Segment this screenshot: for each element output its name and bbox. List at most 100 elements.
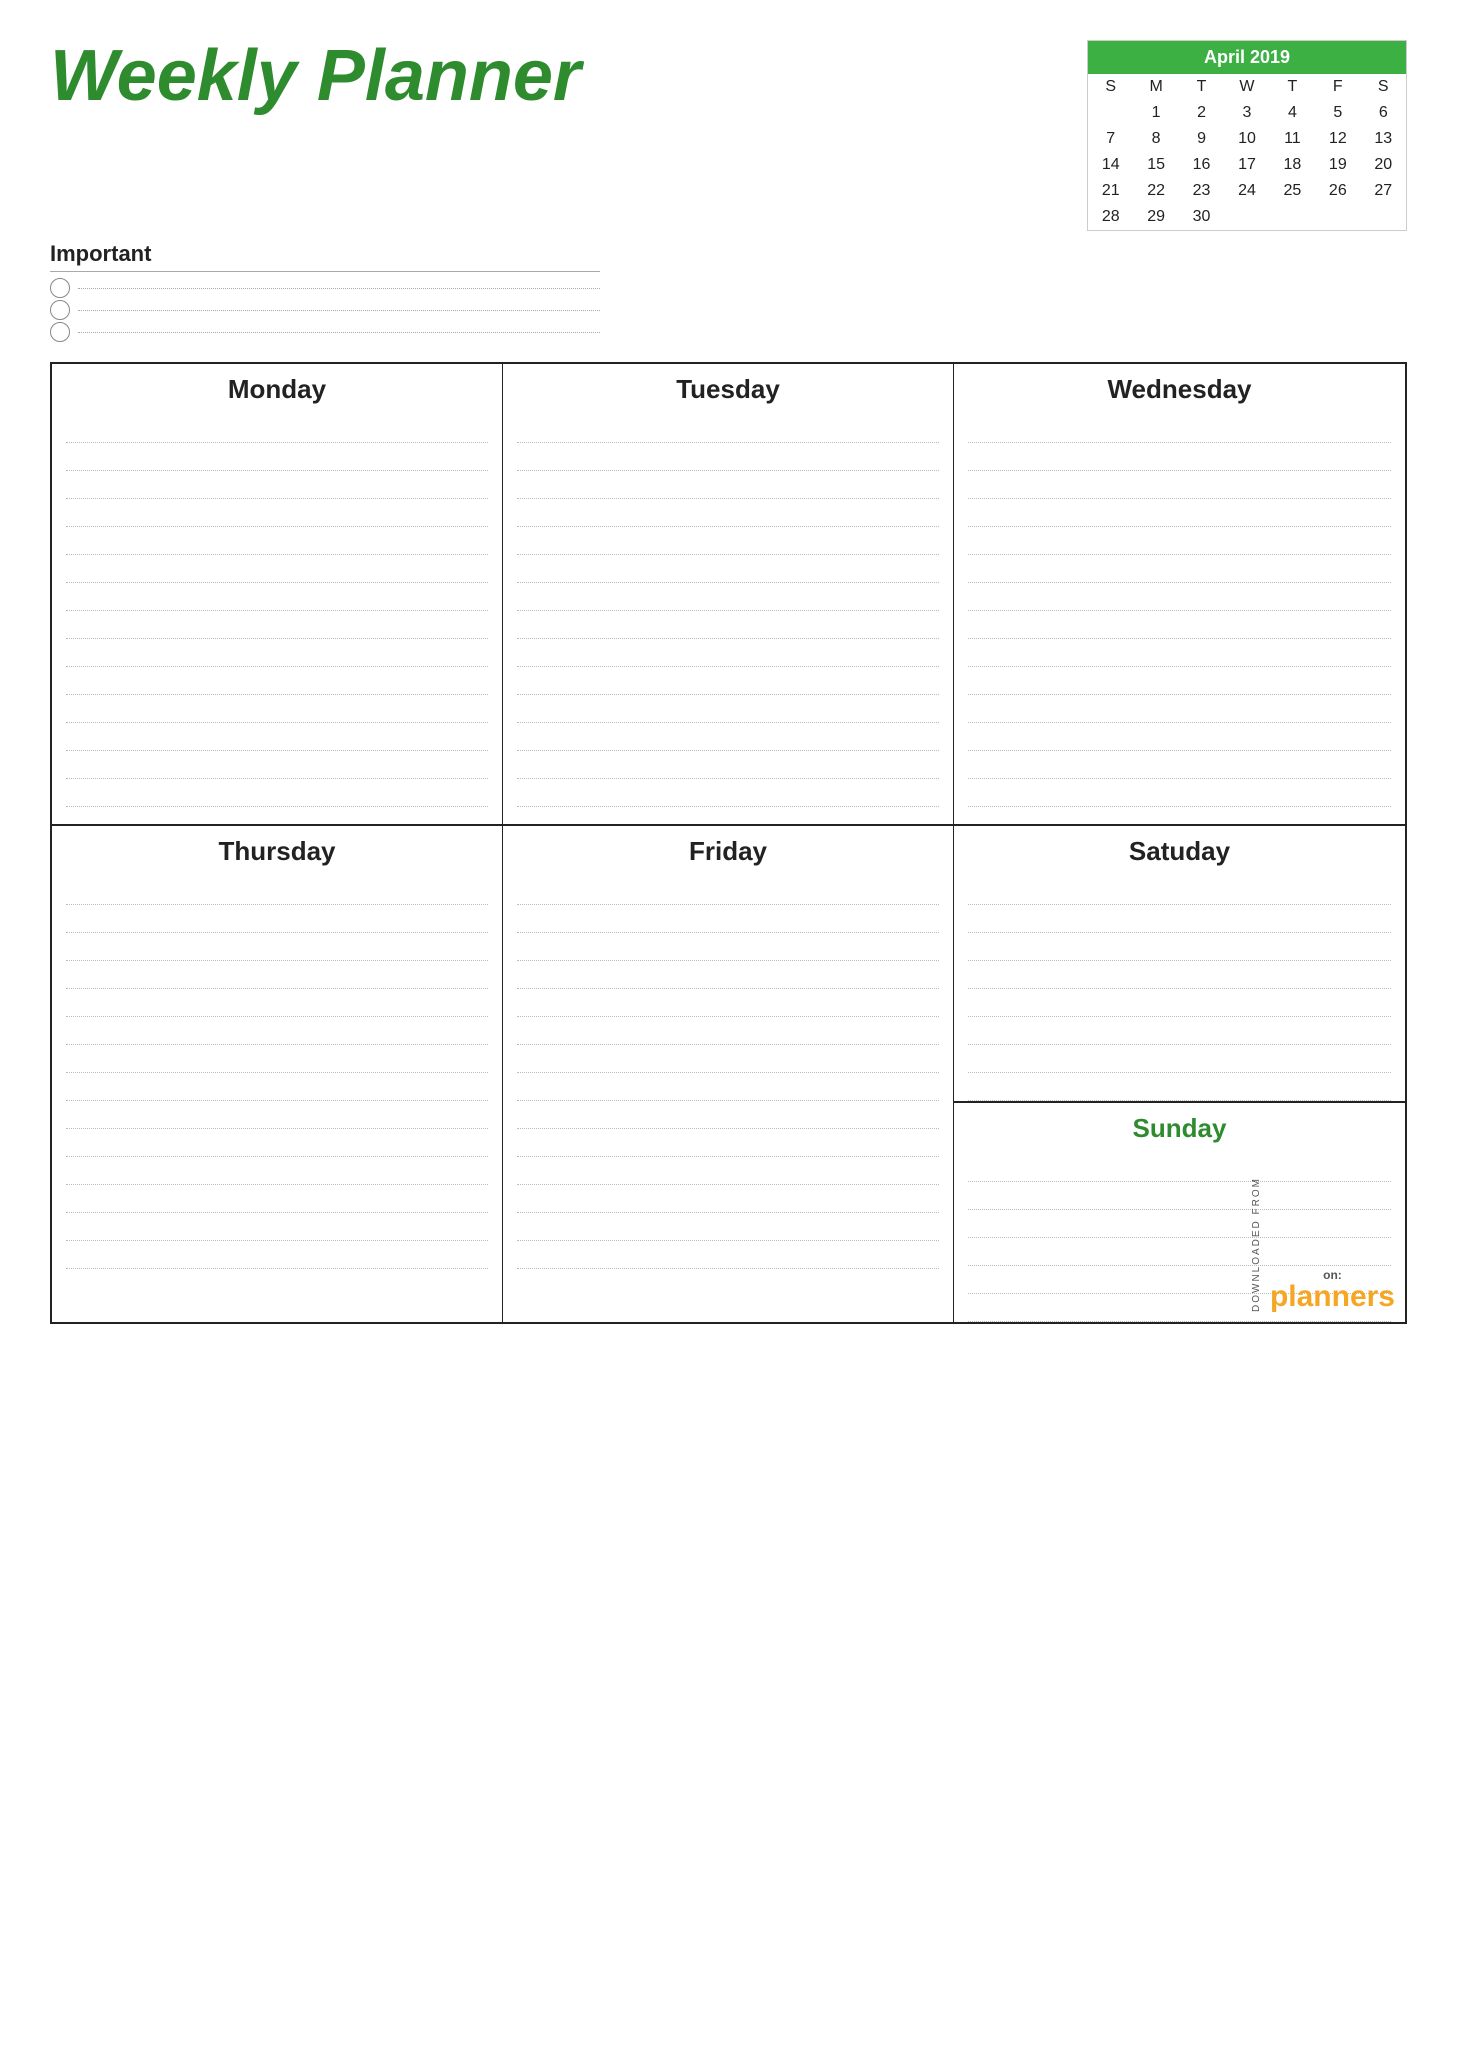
line-row: [66, 555, 488, 583]
line-row: [517, 667, 939, 695]
line-row: [517, 1017, 939, 1045]
line-row: [517, 1073, 939, 1101]
line-row: [517, 695, 939, 723]
day-cell-friday: Friday: [503, 826, 954, 1322]
line-row: [517, 989, 939, 1017]
day-cell-wednesday: Wednesday: [954, 364, 1405, 824]
line-row: [517, 1213, 939, 1241]
line-row: [968, 905, 1391, 933]
important-line-1: [78, 279, 600, 289]
line-row: [968, 1017, 1391, 1045]
line-row: [968, 961, 1391, 989]
line-row: [66, 583, 488, 611]
line-row: [66, 779, 488, 807]
friday-lines: [517, 877, 939, 1269]
tuesday-lines: [517, 415, 939, 807]
weekly-grid-top: Monday Tuesday Wednesday: [50, 362, 1407, 824]
monday-lines: [66, 415, 488, 807]
line-row: [517, 1129, 939, 1157]
line-row: [517, 933, 939, 961]
line-row: [66, 1157, 488, 1185]
checkbox-circle-3[interactable]: [50, 322, 70, 342]
line-row: [66, 961, 488, 989]
line-row: [517, 471, 939, 499]
line-row: [517, 415, 939, 443]
important-item-1: [50, 278, 600, 298]
mini-calendar: April 2019 SMTWTFS 123456789101112131415…: [1087, 40, 1407, 231]
line-row: [517, 639, 939, 667]
day-cell-thursday: Thursday: [52, 826, 503, 1322]
line-row: [517, 499, 939, 527]
line-row: [517, 723, 939, 751]
page-title: Weekly Planner: [50, 40, 581, 112]
line-row: [66, 1073, 488, 1101]
important-item-3: [50, 322, 600, 342]
line-row: [968, 723, 1391, 751]
checkbox-circle-2[interactable]: [50, 300, 70, 320]
line-row: [66, 1101, 488, 1129]
line-row: [968, 667, 1391, 695]
planners-logo: on: planners: [1270, 1268, 1395, 1312]
calendar-grid: SMTWTFS 12345678910111213141516171819202…: [1088, 74, 1406, 230]
line-row: [968, 933, 1391, 961]
line-row: [66, 695, 488, 723]
line-row: [517, 1045, 939, 1073]
planners-text: planners: [1270, 1282, 1395, 1312]
line-row: [968, 695, 1391, 723]
important-line-2: [78, 301, 600, 311]
saturday-lines: [968, 877, 1391, 1101]
line-row: [66, 877, 488, 905]
branding-block: DOWNLOADED FROM on: planners: [1251, 1177, 1395, 1312]
line-row: [968, 583, 1391, 611]
day-label-wednesday: Wednesday: [968, 374, 1391, 405]
checkbox-circle-1[interactable]: [50, 278, 70, 298]
line-row: [968, 779, 1391, 807]
saturday-part: Satuday: [954, 826, 1405, 1103]
wednesday-lines: [968, 415, 1391, 807]
line-row: [517, 555, 939, 583]
line-row: [66, 1045, 488, 1073]
line-row: [517, 877, 939, 905]
line-row: [968, 443, 1391, 471]
line-row: [517, 443, 939, 471]
line-row: [66, 639, 488, 667]
important-item-2: [50, 300, 600, 320]
line-row: [968, 751, 1391, 779]
line-row: [968, 499, 1391, 527]
line-row: [66, 667, 488, 695]
day-label-monday: Monday: [66, 374, 488, 405]
line-row: [968, 471, 1391, 499]
line-row: [66, 1213, 488, 1241]
downloaded-from-text: DOWNLOADED FROM: [1251, 1177, 1262, 1312]
calendar-header: April 2019: [1088, 41, 1406, 74]
line-row: [968, 1073, 1391, 1101]
line-row: [968, 1045, 1391, 1073]
line-row: [66, 1241, 488, 1269]
line-row: [968, 877, 1391, 905]
line-row: [517, 611, 939, 639]
sunday-part: Sunday DOWNLOADED FROM on: planners: [954, 1103, 1405, 1322]
line-row: [66, 499, 488, 527]
line-row: [66, 611, 488, 639]
line-row: [517, 527, 939, 555]
line-row: [517, 1101, 939, 1129]
line-row: [66, 751, 488, 779]
line-row: [66, 989, 488, 1017]
day-cell-monday: Monday: [52, 364, 503, 824]
day-label-tuesday: Tuesday: [517, 374, 939, 405]
line-row: [968, 415, 1391, 443]
line-row: [517, 1157, 939, 1185]
day-cell-tuesday: Tuesday: [503, 364, 954, 824]
line-row: [517, 1185, 939, 1213]
line-row: [66, 933, 488, 961]
day-label-friday: Friday: [517, 836, 939, 867]
line-row: [517, 779, 939, 807]
line-row: [968, 611, 1391, 639]
thursday-lines: [66, 877, 488, 1269]
important-section: Important: [50, 241, 600, 342]
line-row: [66, 471, 488, 499]
line-row: [66, 415, 488, 443]
line-row: [66, 527, 488, 555]
important-line-3: [78, 323, 600, 333]
weekly-grid-bottom: Thursday Friday Satuday Sunday DOWNLOADE…: [50, 824, 1407, 1324]
